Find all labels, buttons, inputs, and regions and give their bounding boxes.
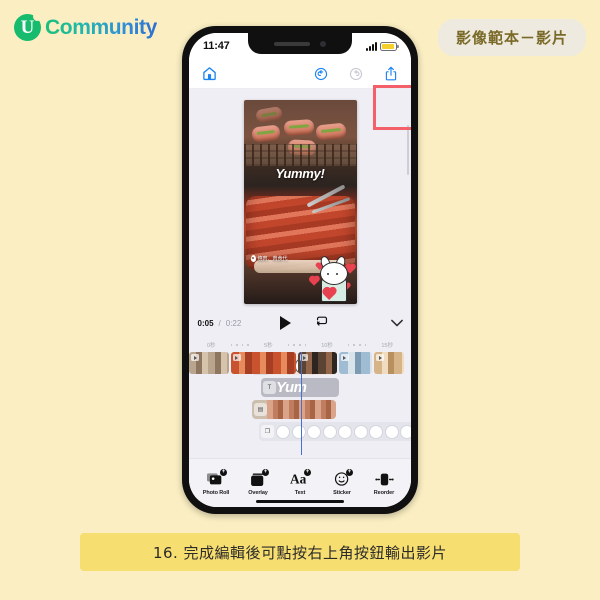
tool-sticker[interactable]: + Sticker bbox=[321, 469, 363, 496]
text-overlay[interactable]: Yummy! bbox=[244, 166, 357, 181]
timeline-text-track[interactable]: T Yum bbox=[261, 378, 339, 397]
food-skewer bbox=[283, 118, 314, 137]
cellular-bars-icon bbox=[366, 41, 377, 51]
vertical-scrollbar[interactable] bbox=[406, 125, 409, 175]
share-export-icon[interactable] bbox=[384, 66, 398, 81]
video-clip[interactable] bbox=[298, 352, 337, 374]
current-time-label: 0:05 bbox=[197, 318, 214, 328]
caption-banner: 16. 完成編輯後可點按右上角按鈕輸出影片 bbox=[80, 533, 520, 571]
brand-logo: U Community bbox=[14, 14, 157, 41]
phone-screen: 11:47 Yummy! 燒肉．肉食代 0:05 / 0:22 0秒 5秒 10… bbox=[189, 33, 411, 507]
speaker-icon bbox=[274, 41, 310, 46]
location-tag[interactable]: 燒肉．肉食代 bbox=[250, 255, 288, 262]
grill-grate bbox=[243, 144, 357, 166]
app-toolbar bbox=[189, 59, 411, 130]
rabbit-eye bbox=[335, 273, 338, 275]
tool-label: Overlay bbox=[248, 490, 268, 496]
video-clip[interactable] bbox=[374, 352, 405, 374]
heart-icon bbox=[309, 276, 319, 286]
ruler-tick: 5秒 bbox=[264, 343, 273, 349]
video-clip[interactable] bbox=[189, 352, 229, 374]
brand-wordmark: Community bbox=[45, 15, 157, 39]
plus-badge: + bbox=[220, 469, 227, 476]
undo-icon[interactable] bbox=[314, 67, 328, 81]
tool-text[interactable]: Aa + Text bbox=[279, 469, 321, 496]
food-skewer bbox=[314, 122, 347, 141]
ruler-dots bbox=[347, 344, 367, 346]
corner-badge: 影像範本－影片 bbox=[437, 19, 586, 56]
food-skewer bbox=[254, 105, 283, 124]
phone-mockup: 11:47 Yummy! 燒肉．肉食代 0:05 / 0:22 0秒 5秒 10… bbox=[182, 26, 418, 514]
tool-photo-roll[interactable]: + Photo Roll bbox=[195, 469, 237, 496]
total-time-label: 0:22 bbox=[225, 318, 242, 328]
video-clip[interactable] bbox=[230, 352, 296, 374]
timeline-text-clip-label: Yum bbox=[276, 379, 307, 396]
time-separator: / bbox=[218, 318, 221, 328]
status-time: 11:47 bbox=[203, 40, 230, 52]
timeline-tracks: ☺ T Yum ▤ ❐ bbox=[189, 352, 411, 458]
timeline-ruler: 0秒 5秒 10秒 15秒 bbox=[207, 341, 393, 349]
sticker-icon: + bbox=[332, 469, 353, 488]
brand-mark-icon: U bbox=[14, 14, 41, 41]
photo-roll-icon: + bbox=[206, 469, 227, 488]
ruler-tick: 10秒 bbox=[321, 343, 333, 349]
loop-icon[interactable] bbox=[315, 314, 329, 332]
tool-label: Text bbox=[294, 490, 306, 496]
rabbit-eye bbox=[326, 273, 329, 275]
tool-label: Sticker bbox=[333, 490, 351, 496]
plus-badge: + bbox=[262, 469, 269, 476]
video-clip[interactable] bbox=[338, 352, 373, 374]
effect-markers bbox=[274, 422, 411, 441]
ruler-tick: 0秒 bbox=[207, 343, 216, 349]
playhead[interactable] bbox=[301, 352, 303, 455]
tool-label: Reorder bbox=[373, 490, 395, 496]
tool-overlay[interactable]: + Overlay bbox=[237, 469, 279, 496]
food-skewer bbox=[250, 124, 281, 143]
chevron-down-icon[interactable] bbox=[390, 314, 403, 332]
toolbar-right-group bbox=[314, 66, 398, 81]
text-track-icon: T bbox=[263, 381, 276, 394]
tool-label: Photo Roll bbox=[202, 490, 230, 496]
status-indicators bbox=[366, 41, 399, 51]
rabbit-heart-sticker[interactable] bbox=[309, 254, 355, 302]
tool-reorder[interactable]: Reorder bbox=[363, 470, 405, 496]
rabbit-head bbox=[319, 262, 348, 285]
timeline-photo-track[interactable]: ▤ bbox=[252, 400, 336, 419]
plus-badge: + bbox=[304, 469, 311, 476]
location-tag-label: 燒肉．肉食代 bbox=[257, 256, 288, 262]
ruler-dots bbox=[287, 344, 307, 346]
status-bar: 11:47 bbox=[189, 33, 411, 59]
redo-icon[interactable] bbox=[349, 67, 363, 81]
overlay-icon: + bbox=[248, 469, 269, 488]
playback-controls: 0:05 / 0:22 bbox=[198, 314, 403, 332]
reorder-icon bbox=[374, 470, 394, 488]
video-preview[interactable]: Yummy! 燒肉．肉食代 bbox=[243, 100, 357, 304]
location-pin-icon bbox=[250, 255, 256, 262]
battery-low-power-icon bbox=[380, 41, 399, 51]
home-indicator[interactable] bbox=[256, 499, 344, 503]
ruler-dots bbox=[230, 344, 250, 346]
notch bbox=[248, 33, 352, 54]
front-camera-icon bbox=[320, 40, 326, 47]
video-editor-body: Yummy! 燒肉．肉食代 0:05 / 0:22 0秒 5秒 10秒 15秒 … bbox=[189, 89, 411, 507]
photo-track-icon: ▤ bbox=[254, 403, 267, 416]
ruler-tick: 15秒 bbox=[381, 343, 393, 349]
play-button[interactable] bbox=[280, 316, 292, 330]
timeline-effects-track[interactable]: ❐ bbox=[259, 422, 411, 441]
plus-badge: + bbox=[346, 469, 353, 476]
text-icon: Aa + bbox=[290, 469, 311, 488]
effects-track-icon: ❐ bbox=[261, 425, 274, 438]
home-icon[interactable] bbox=[202, 66, 217, 81]
